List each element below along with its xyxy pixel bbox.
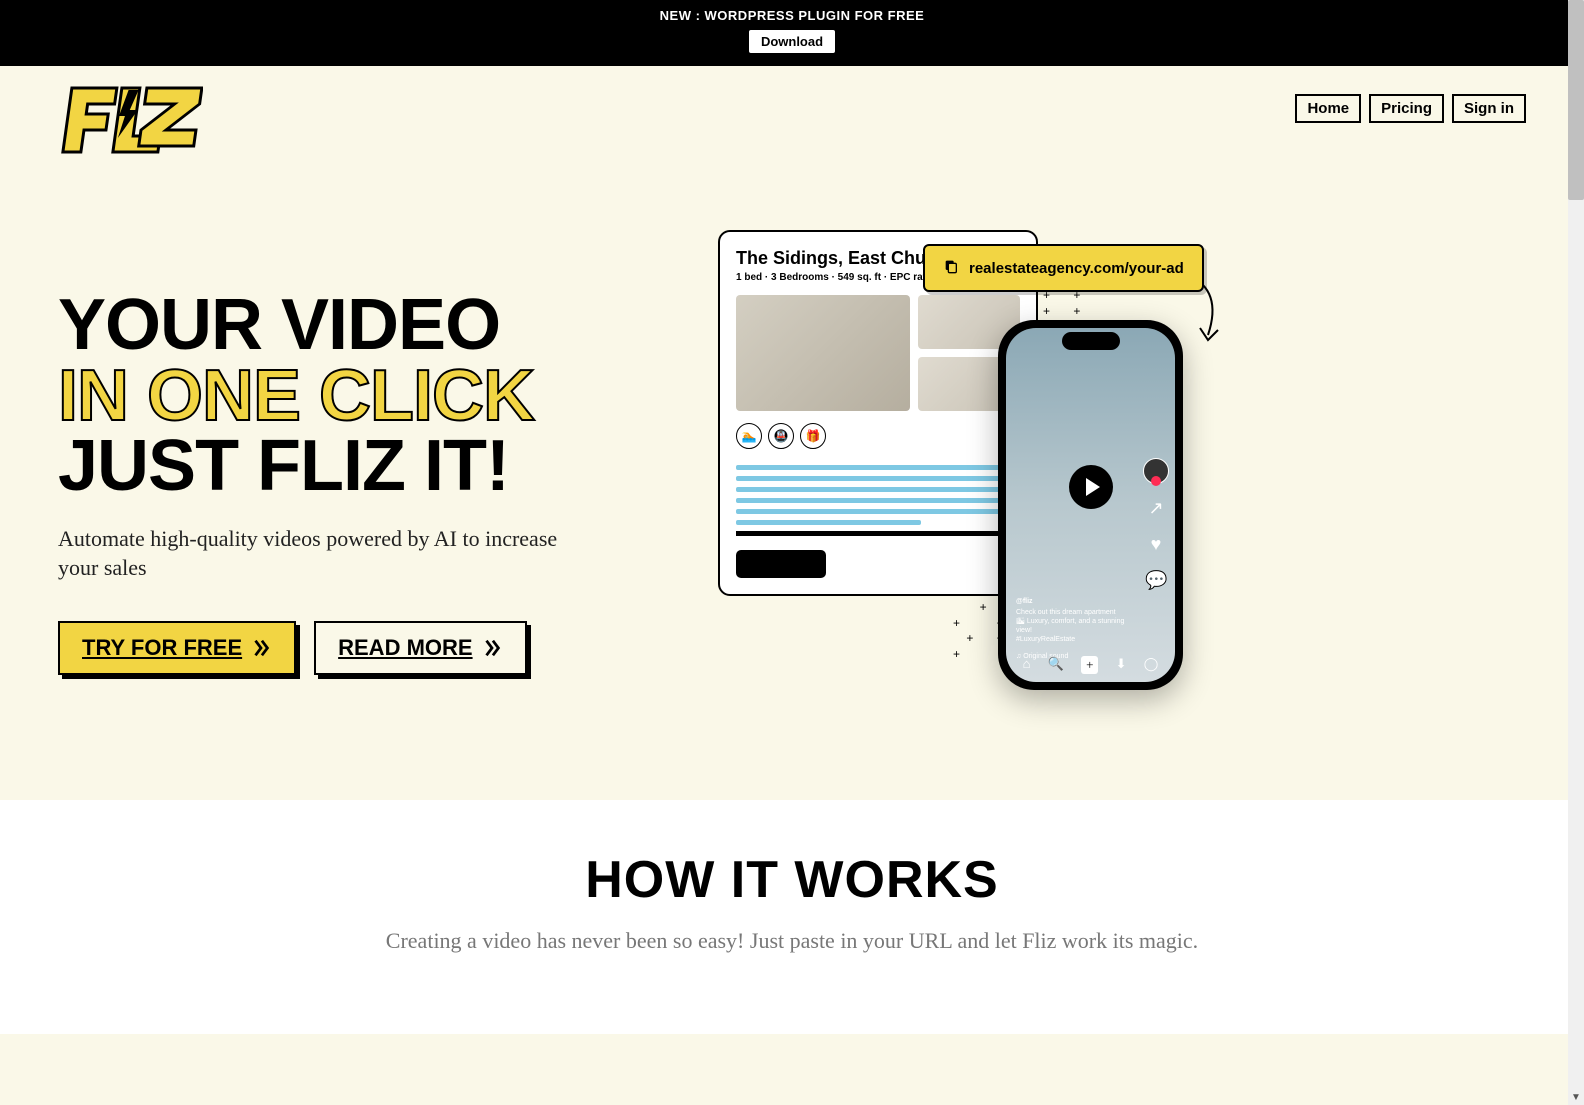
- hero-section: YOUR VIDEO IN ONE CLICK JUST FLIZ IT! Au…: [0, 170, 1584, 800]
- play-icon: [1069, 465, 1113, 509]
- listing-cta-placeholder: [736, 550, 826, 578]
- try-free-button[interactable]: TRY FOR FREE: [58, 621, 296, 675]
- try-free-label: TRY FOR FREE: [82, 635, 242, 661]
- main-nav: Home Pricing Sign in: [1295, 94, 1526, 123]
- read-more-label: READ MORE: [338, 635, 472, 661]
- url-chip: realestateagency.com/your-ad: [923, 244, 1204, 292]
- read-more-button[interactable]: READ MORE: [314, 621, 526, 675]
- download-button[interactable]: Download: [748, 29, 836, 54]
- how-subtitle: Creating a video has never been so easy!…: [0, 928, 1584, 954]
- hero-title-line3: JUST FLIZ IT!: [58, 431, 668, 502]
- comment-icon: 💬: [1145, 570, 1167, 592]
- how-it-works-section: HOW IT WORKS Creating a video has never …: [0, 800, 1584, 1034]
- hero-title-line1: YOUR VIDEO: [58, 290, 668, 361]
- nav-pricing[interactable]: Pricing: [1369, 94, 1444, 123]
- listing-image-main: [736, 295, 910, 411]
- chevron-right-icon: [481, 637, 503, 659]
- share-icon: ↗: [1145, 498, 1167, 520]
- phone-notch: [1062, 332, 1120, 350]
- listing-description-placeholder: [736, 465, 1020, 536]
- text-line: [736, 476, 1020, 481]
- fliz-logo[interactable]: [58, 80, 203, 170]
- text-line: [736, 465, 1020, 470]
- banner-text: NEW : WORDPRESS PLUGIN FOR FREE: [0, 8, 1584, 23]
- search-icon: 🔍: [1048, 656, 1064, 674]
- plus-decoration: + ++ +: [1043, 288, 1090, 319]
- phone-mockup: ↗ ♥ 💬 @fliz Check out this dream apartme…: [998, 320, 1183, 690]
- scrollbar[interactable]: ▲ ▼: [1568, 0, 1584, 1105]
- phone-caption: @fliz Check out this dream apartment 🏙 L…: [1016, 597, 1135, 644]
- caption-line: 🏙 Luxury, comfort, and a stunning view!: [1016, 617, 1135, 635]
- gift-icon: 🎁: [800, 423, 826, 449]
- hero-buttons: TRY FOR FREE READ MORE: [58, 621, 668, 675]
- header: Home Pricing Sign in: [0, 66, 1584, 170]
- phone-bottom-nav: ⌂ 🔍 + ⬇ ◯: [1006, 652, 1175, 678]
- heart-icon: ♥: [1145, 534, 1167, 556]
- pool-icon: 🏊: [736, 423, 762, 449]
- listing-images: [736, 295, 1020, 411]
- caption-user: @fliz: [1016, 597, 1135, 606]
- how-title: HOW IT WORKS: [0, 850, 1584, 910]
- phone-screen: ↗ ♥ 💬 @fliz Check out this dream apartme…: [1006, 328, 1175, 682]
- nav-signin[interactable]: Sign in: [1452, 94, 1526, 123]
- copy-icon: [943, 258, 959, 278]
- text-line: [736, 498, 1020, 503]
- profile-icon: ◯: [1144, 656, 1159, 674]
- phone-side-actions: ↗ ♥ 💬: [1143, 458, 1169, 592]
- url-text: realestateagency.com/your-ad: [969, 260, 1184, 277]
- text-line: [736, 487, 1020, 492]
- inbox-icon: ⬇: [1116, 656, 1127, 674]
- scroll-down-icon[interactable]: ▼: [1568, 1089, 1584, 1105]
- home-icon: ⌂: [1023, 656, 1031, 674]
- add-icon: +: [1081, 656, 1098, 674]
- text-line: [736, 520, 921, 525]
- text-line-dark: [736, 531, 1020, 536]
- text-line: [736, 509, 1020, 514]
- avatar-icon: [1143, 458, 1169, 484]
- caption-line: #LuxuryRealEstate: [1016, 635, 1135, 644]
- hero-subtitle: Automate high-quality videos powered by …: [58, 524, 598, 583]
- listing-amenities: 🏊 🚇 🎁: [736, 423, 1020, 449]
- transit-icon: 🚇: [768, 423, 794, 449]
- hero-title: YOUR VIDEO IN ONE CLICK JUST FLIZ IT!: [58, 290, 668, 502]
- promo-banner: NEW : WORDPRESS PLUGIN FOR FREE Download: [0, 0, 1584, 66]
- hero-content: YOUR VIDEO IN ONE CLICK JUST FLIZ IT! Au…: [58, 220, 668, 720]
- caption-line: Check out this dream apartment: [1016, 608, 1135, 617]
- hero-illustration: The Sidings, East Church 1 bed · 3 Bedro…: [698, 220, 1526, 720]
- nav-home[interactable]: Home: [1295, 94, 1361, 123]
- hero-title-line2: IN ONE CLICK: [58, 361, 668, 432]
- scrollbar-thumb[interactable]: [1568, 0, 1584, 200]
- chevron-right-icon: [250, 637, 272, 659]
